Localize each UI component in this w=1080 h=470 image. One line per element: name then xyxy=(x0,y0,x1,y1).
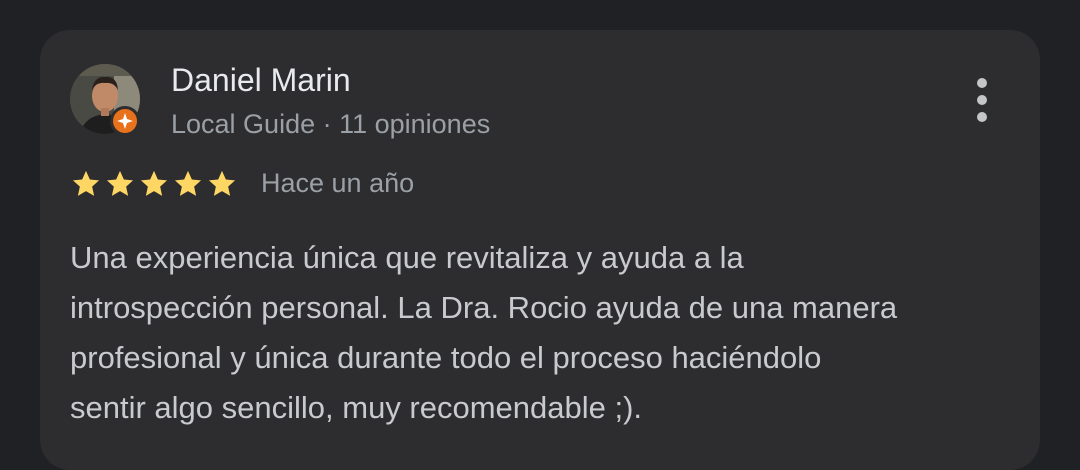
more-vert-icon xyxy=(977,78,987,88)
review-text-line: profesional y única durante todo el proc… xyxy=(70,340,822,375)
review-card: Daniel Marin Local Guide · 11 opiniones … xyxy=(40,30,1040,470)
star-icon xyxy=(140,170,168,196)
local-guide-badge-icon xyxy=(110,106,140,136)
review-date: Hace un año xyxy=(261,168,415,198)
avatar[interactable] xyxy=(70,64,140,136)
review-text-line: introspección personal. La Dra. Rocio ay… xyxy=(70,290,898,325)
review-text: Una experiencia única que revitaliza y a… xyxy=(70,233,1030,433)
star-icon xyxy=(72,170,100,196)
star-icon xyxy=(208,170,236,196)
review-text-line: Una experiencia única que revitaliza y a… xyxy=(70,240,744,275)
author-meta: Local Guide · 11 opiniones xyxy=(171,109,491,139)
review-text-line: sentir algo sencillo, muy recomendable ;… xyxy=(70,390,643,425)
star-icon xyxy=(106,170,134,196)
author-name[interactable]: Daniel Marin xyxy=(171,60,351,100)
star-icon xyxy=(174,170,202,196)
star-rating xyxy=(70,168,238,200)
more-options-button[interactable] xyxy=(962,72,1002,128)
